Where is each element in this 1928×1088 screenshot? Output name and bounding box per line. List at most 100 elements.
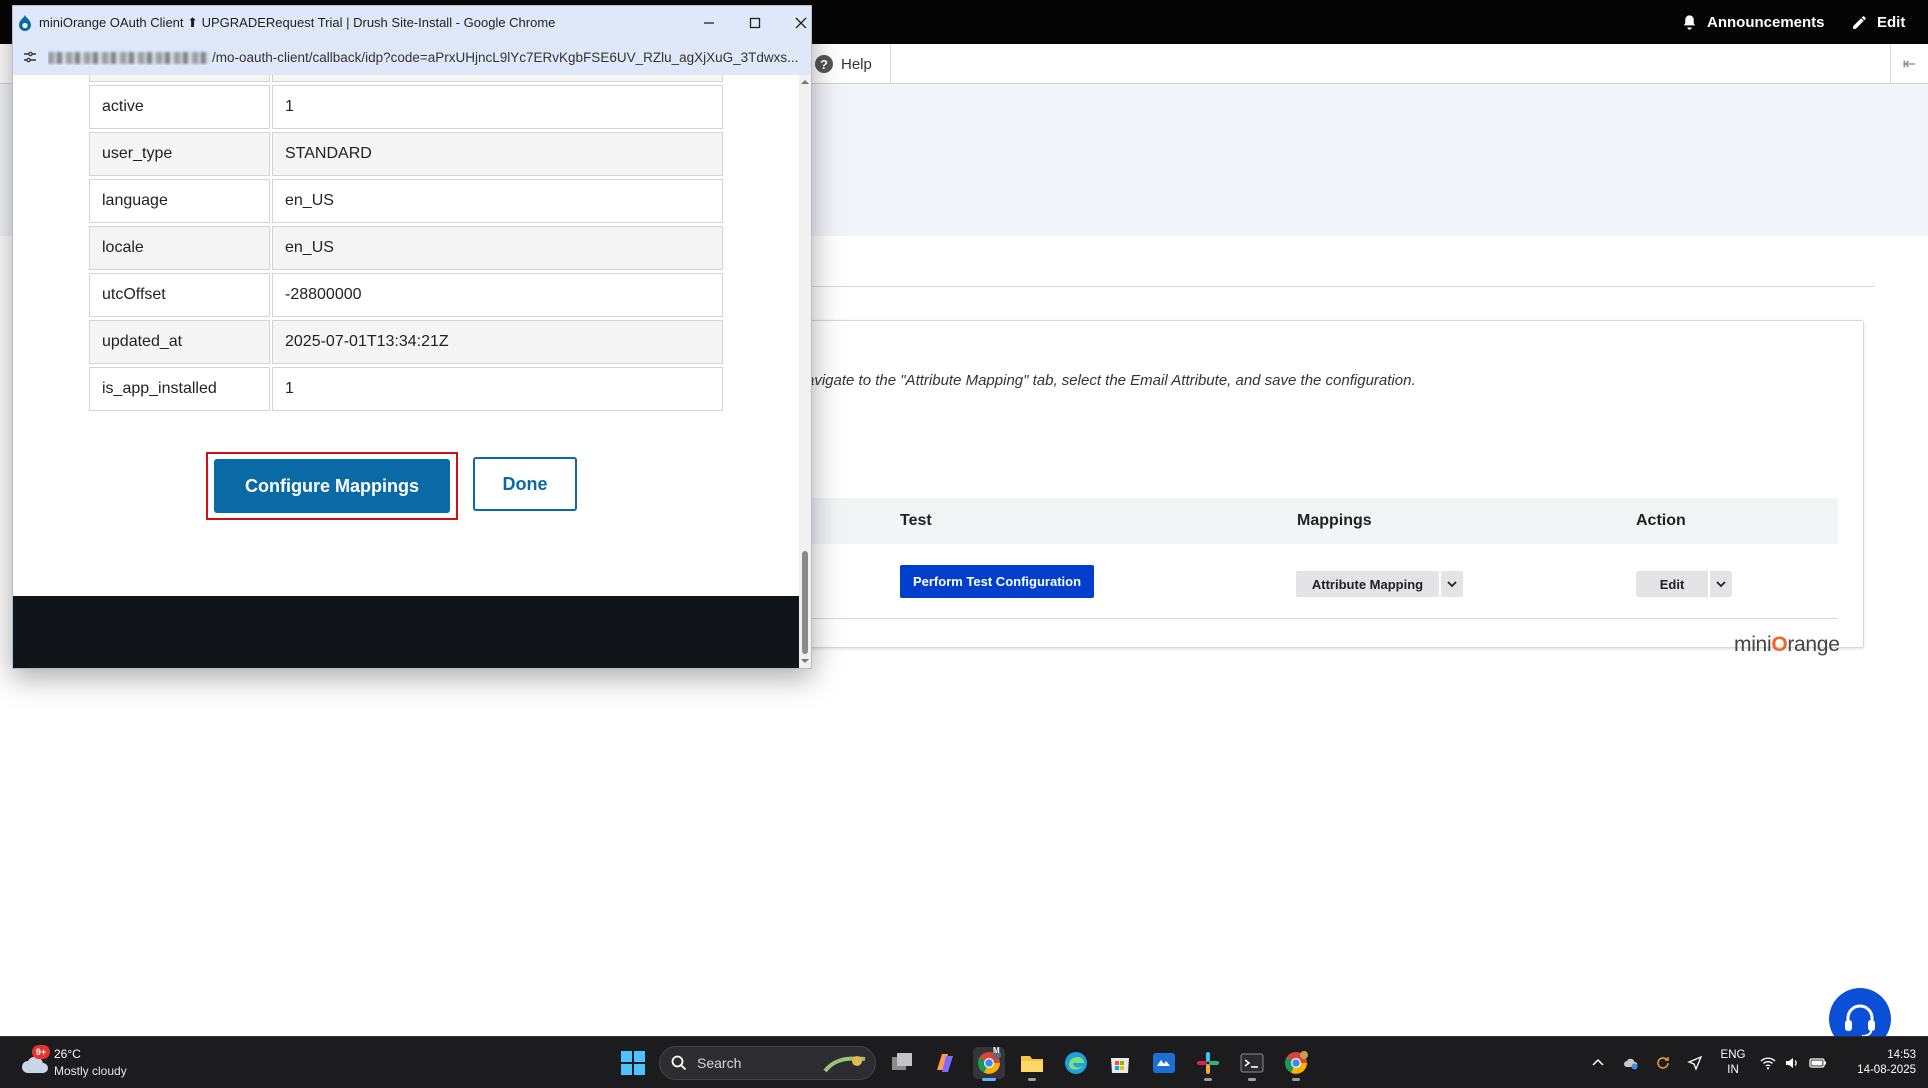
volume-status[interactable] (1780, 1037, 1804, 1088)
store-icon (1111, 1058, 1129, 1073)
attribute-value: 1 (272, 85, 723, 129)
chrome-profile-2-button[interactable] (1280, 1047, 1312, 1081)
weather-alert-badge: 9+ (32, 1045, 50, 1059)
attribute-key: updated_at (89, 320, 270, 364)
maximize-window-button[interactable] (732, 6, 778, 39)
windows-logo-icon (621, 1051, 645, 1075)
popup-titlebar[interactable]: miniOrange OAuth Client ⬆ UPGRADERequest… (13, 6, 811, 39)
folder-icon (1021, 1056, 1043, 1072)
tabs-divider (810, 286, 1875, 287)
table-row-divider (806, 618, 1838, 619)
battery-charging-icon (1809, 1058, 1826, 1068)
cloud-sync-icon (1624, 1058, 1638, 1070)
edit-link[interactable]: Edit (1851, 0, 1905, 44)
chrome-icon (1285, 1051, 1308, 1074)
maximize-icon (749, 17, 761, 28)
input-language-indicator[interactable]: ENG IN (1718, 1048, 1748, 1078)
edit-provider-button[interactable]: Edit (1636, 571, 1708, 597)
oauth-test-popup-window: miniOrange OAuth Client ⬆ UPGRADERequest… (12, 5, 812, 669)
microsoft-store-button[interactable] (1104, 1047, 1136, 1079)
wifi-icon (1760, 1057, 1776, 1070)
file-explorer-button[interactable] (1016, 1047, 1048, 1081)
chrome-taskbar-button[interactable]: M (973, 1046, 1005, 1081)
minimize-icon (704, 21, 714, 24)
search-placeholder: Search (697, 1055, 742, 1071)
column-header-action: Action (1636, 512, 1686, 529)
scrollbar-thumb[interactable] (802, 551, 808, 654)
onedrive-tray-button[interactable] (1618, 1037, 1644, 1088)
attribute-row: active 1 (89, 85, 723, 129)
configuration-card (760, 320, 1864, 648)
battery-status[interactable] (1805, 1037, 1831, 1088)
announcements-link[interactable]: Announcements (1681, 0, 1825, 44)
column-header-test: Test (900, 512, 932, 529)
weather-condition: Mostly cloudy (54, 1064, 127, 1078)
attribute-value (272, 75, 723, 82)
headset-icon (1845, 1004, 1875, 1037)
edge-button[interactable] (1060, 1047, 1092, 1079)
update-tray-button[interactable] (1650, 1037, 1676, 1088)
attribute-key (89, 75, 270, 82)
mydp-app-button[interactable] (1148, 1047, 1180, 1079)
done-button[interactable]: Done (473, 457, 577, 511)
popup-url-text: /mo-oauth-client/callback/idp?code=aPrxU… (48, 50, 798, 65)
attribute-value: en_US (272, 179, 723, 223)
attribute-key: locale (89, 226, 270, 270)
configure-mappings-button[interactable]: Configure Mappings (214, 459, 450, 513)
speaker-icon (1786, 1058, 1797, 1068)
redacted-host (48, 51, 210, 64)
attribute-key: active (89, 85, 270, 129)
column-header-mappings: Mappings (1297, 512, 1372, 529)
configuration-notice: avigate to the "Attribute Mapping" tab, … (806, 372, 1416, 389)
perform-test-configuration-button[interactable]: Perform Test Configuration (900, 565, 1094, 598)
scroll-up-arrow-icon[interactable] (801, 78, 809, 86)
attribute-value: 2025-07-01T13:34:21Z (272, 320, 723, 364)
attribute-key: language (89, 179, 270, 223)
action-dropdown-toggle[interactable] (1708, 571, 1732, 597)
bell-icon (1683, 14, 1696, 30)
help-label: Help (841, 55, 872, 73)
clock-time: 14:53 (1887, 1049, 1916, 1061)
attribute-key: user_type (89, 132, 270, 176)
clock-date: 14-08-2025 (1857, 1064, 1916, 1076)
chevron-down-icon (1447, 581, 1457, 588)
slack-icon (1197, 1052, 1219, 1074)
popup-page-content: active 1 user_type STANDARD language en_US loc… (13, 75, 799, 668)
attribute-key: utcOffset (89, 273, 270, 317)
close-window-button[interactable] (778, 6, 811, 39)
site-info-tune-icon[interactable] (22, 49, 38, 65)
show-hidden-icons-button[interactable] (1586, 1037, 1610, 1088)
weather-temperature: 26°C (54, 1047, 81, 1061)
popup-scrollbar[interactable] (799, 75, 811, 668)
minimize-window-button[interactable] (686, 6, 732, 39)
copilot-icon (937, 1054, 953, 1072)
help-link[interactable]: ? Help (815, 44, 891, 84)
task-view-button[interactable] (886, 1047, 918, 1079)
attribute-value: STANDARD (272, 132, 723, 176)
weather-widget[interactable]: 9+ 26°C Mostly cloudy (20, 1045, 160, 1083)
scroll-down-arrow-icon[interactable] (801, 657, 809, 665)
attribute-mapping-button[interactable]: Attribute Mapping (1296, 571, 1439, 597)
task-view-icon (892, 1053, 912, 1070)
toolbar-collapse-icon[interactable]: ⇤ (1890, 44, 1928, 84)
location-tray-button[interactable] (1682, 1037, 1708, 1088)
attribute-row (89, 75, 723, 82)
chrome-profile-badge: M (993, 1046, 1000, 1055)
popup-page-footer (13, 596, 799, 668)
mapping-dropdown-toggle[interactable] (1439, 571, 1463, 597)
system-clock[interactable]: 14:53 14-08-2025 (1836, 1048, 1916, 1078)
terminal-button[interactable] (1236, 1047, 1268, 1081)
miniorange-logo: miniOrange (1734, 633, 1840, 656)
providers-table-header: Test Mappings Action (806, 498, 1838, 544)
start-button[interactable] (617, 1047, 649, 1079)
edge-icon (1065, 1052, 1087, 1074)
slack-button[interactable] (1192, 1047, 1224, 1081)
wifi-status[interactable] (1756, 1037, 1780, 1088)
attribute-row: user_type STANDARD (89, 132, 723, 176)
popup-address-bar[interactable]: /mo-oauth-client/callback/idp?code=aPrxU… (13, 39, 811, 75)
copilot-button[interactable] (929, 1047, 961, 1079)
help-icon: ? (815, 55, 833, 73)
pencil-icon (1853, 15, 1866, 29)
search-icon (671, 1055, 687, 1071)
taskbar-search[interactable]: Search (659, 1046, 876, 1080)
